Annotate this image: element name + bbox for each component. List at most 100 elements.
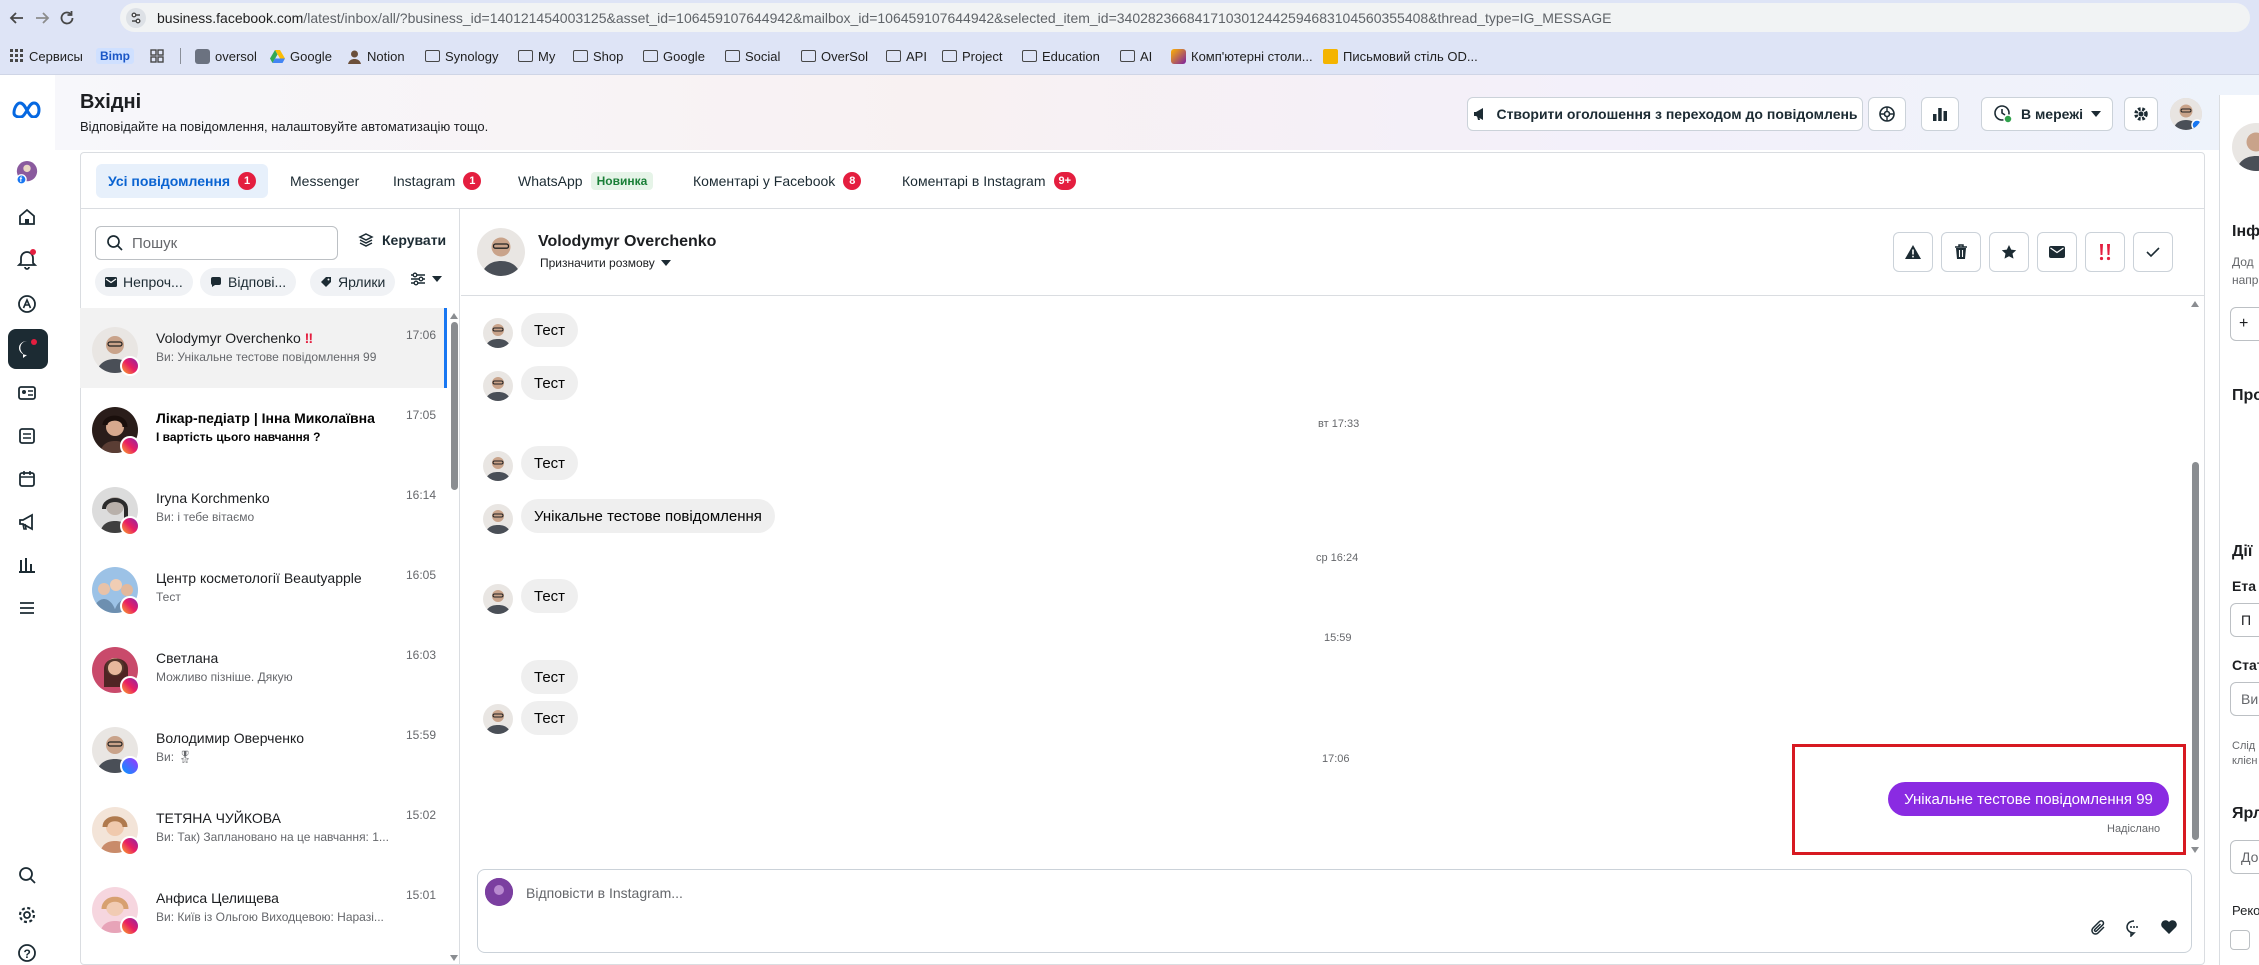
search-input[interactable]: Пошук bbox=[95, 226, 338, 260]
ads-manager-icon[interactable] bbox=[15, 292, 39, 316]
bookmark-social[interactable]: Social bbox=[725, 47, 780, 65]
profile-avatar[interactable] bbox=[2170, 98, 2202, 130]
forward-icon[interactable] bbox=[33, 9, 51, 27]
saved-replies-icon[interactable] bbox=[2125, 919, 2143, 937]
stage-select[interactable]: П bbox=[2230, 603, 2259, 637]
bookmark-shop[interactable]: Shop bbox=[573, 47, 623, 65]
meta-logo-icon[interactable] bbox=[11, 97, 43, 121]
filter-labels-chip[interactable]: Ярлики bbox=[310, 268, 396, 296]
conversation-preview: Ви: 🎖 bbox=[156, 750, 193, 764]
message-avatar bbox=[483, 318, 513, 348]
mark-done-button[interactable] bbox=[2133, 232, 2173, 272]
notifications-bell-icon[interactable] bbox=[15, 247, 39, 271]
add-label-input[interactable]: До bbox=[2230, 840, 2259, 874]
home-icon[interactable] bbox=[15, 205, 39, 229]
bookmark-apps[interactable]: Сервисы bbox=[10, 47, 83, 65]
tab-whatsapp[interactable]: WhatsApp Новинка bbox=[506, 164, 665, 198]
conversation-row[interactable]: Центр косметології Beautyapple Тест 16:0… bbox=[80, 548, 447, 628]
incoming-message[interactable]: Унікальне тестове повідомлення bbox=[521, 499, 775, 533]
bookmark-notion[interactable]: Notion bbox=[347, 47, 405, 65]
conversation-row[interactable]: Лікар-педіатр | Інна Миколаївна І вартіс… bbox=[80, 388, 447, 468]
reload-icon[interactable] bbox=[58, 9, 76, 27]
integrations-button[interactable] bbox=[1868, 97, 1906, 131]
incoming-message[interactable]: Тест bbox=[521, 313, 579, 347]
address-bar[interactable]: business.facebook.com/latest/inbox/all/?… bbox=[120, 3, 2250, 32]
attach-paperclip-icon[interactable] bbox=[2090, 919, 2108, 937]
reply-input[interactable]: Відповісти в Instagram... bbox=[526, 885, 683, 901]
incoming-message[interactable]: Тест bbox=[521, 660, 579, 694]
account-avatar-icon[interactable]: f bbox=[15, 161, 39, 185]
report-spam-button[interactable] bbox=[1893, 232, 1933, 272]
conversation-row[interactable]: Iryna Korchmenko Ви: і тебе вітаємо 16:1… bbox=[80, 468, 447, 548]
bookmark-api[interactable]: API bbox=[886, 47, 927, 65]
assign-conversation-dropdown[interactable]: Призначити розмову bbox=[540, 256, 671, 270]
bookmark-project[interactable]: Project bbox=[942, 47, 1002, 65]
tab-instagram-comments[interactable]: Коментарі в Instagram 9+ bbox=[890, 164, 1088, 198]
settings-button[interactable] bbox=[2124, 97, 2158, 131]
instagram-icon bbox=[120, 836, 140, 856]
incoming-message[interactable]: Тест bbox=[521, 701, 579, 735]
filter-replied-chip[interactable]: Відпові... bbox=[200, 268, 297, 296]
priority-button[interactable] bbox=[2085, 232, 2125, 272]
tab-all-messages[interactable]: Усі повідомлення 1 bbox=[96, 164, 269, 198]
reply-composer[interactable] bbox=[477, 869, 2192, 953]
filter-unread-chip[interactable]: Непроч... bbox=[95, 268, 193, 296]
conversation-list-scrollbar[interactable] bbox=[450, 312, 458, 962]
online-status-dropdown[interactable]: В мережі bbox=[1981, 97, 2113, 131]
heart-icon[interactable] bbox=[2160, 919, 2178, 935]
manage-button[interactable]: Керувати bbox=[358, 232, 446, 248]
create-ad-button[interactable]: Створити оголошення з переходом до повід… bbox=[1467, 97, 1863, 131]
recommend-checkbox[interactable] bbox=[2230, 930, 2250, 950]
tab-instagram[interactable]: Instagram 1 bbox=[381, 164, 493, 198]
bookmark-bimp[interactable]: Bimp bbox=[96, 47, 134, 65]
insights-bars-icon[interactable] bbox=[15, 553, 39, 577]
status-select[interactable]: Ви bbox=[2230, 682, 2259, 716]
checkmark-icon bbox=[2145, 246, 2161, 258]
bookmark-google-folder[interactable]: Google bbox=[643, 47, 705, 65]
back-icon[interactable] bbox=[8, 9, 26, 27]
warning-triangle-icon bbox=[1904, 244, 1922, 260]
incoming-message[interactable]: Тест bbox=[521, 446, 579, 480]
insights-button[interactable] bbox=[1921, 97, 1959, 131]
notion-avatar-icon bbox=[347, 49, 362, 64]
incoming-message[interactable]: Тест bbox=[521, 366, 579, 400]
conversation-row[interactable]: Volodymyr Overchenko ‼ Ви: Унікальне тес… bbox=[80, 308, 447, 388]
star-button[interactable] bbox=[1989, 232, 2029, 272]
content-pages-icon[interactable] bbox=[15, 424, 39, 448]
menu-hamburger-icon[interactable] bbox=[15, 596, 39, 620]
chat-scrollbar[interactable] bbox=[2190, 300, 2200, 856]
add-details-button[interactable]: + bbox=[2230, 307, 2259, 341]
search-icon[interactable] bbox=[15, 863, 39, 887]
site-info-icon[interactable] bbox=[126, 8, 146, 28]
filter-sort-button[interactable] bbox=[410, 272, 442, 286]
tab-messenger[interactable]: Messenger bbox=[278, 164, 371, 198]
incoming-message[interactable]: Тест bbox=[521, 579, 579, 613]
tab-facebook-comments[interactable]: Коментарі у Facebook 8 bbox=[681, 164, 873, 198]
bookmark-writing-style[interactable]: Письмовий стіль OD... bbox=[1323, 47, 1478, 65]
calendar-icon[interactable] bbox=[15, 467, 39, 491]
bookmark-synology[interactable]: Synology bbox=[425, 47, 498, 65]
megaphone-icon[interactable] bbox=[15, 510, 39, 534]
contacts-card-icon[interactable] bbox=[15, 381, 39, 405]
conversation-row[interactable]: Володимир Оверченко Ви: 🎖 15:59 bbox=[80, 708, 447, 788]
details-profile-heading: Про bbox=[2232, 387, 2259, 404]
inbox-chat-icon[interactable] bbox=[15, 337, 39, 361]
bookmark-ai[interactable]: AI bbox=[1120, 47, 1152, 65]
settings-gear-icon[interactable] bbox=[15, 903, 39, 927]
help-question-icon[interactable]: ? bbox=[15, 941, 39, 965]
bookmark-oversol[interactable]: oversol bbox=[195, 47, 257, 65]
bookmark-grid[interactable] bbox=[150, 47, 164, 65]
conversation-row[interactable]: ТЕТЯНА ЧУЙКОВА Ви: Так) Заплановано на ц… bbox=[80, 788, 447, 868]
bookmark-google[interactable]: Google bbox=[270, 47, 332, 65]
bookmark-education[interactable]: Education bbox=[1022, 47, 1100, 65]
conversation-row[interactable]: Светлана Можливо пізніше. Дякую 16:03 bbox=[80, 628, 447, 708]
bookmark-computer-desks[interactable]: Комп'ютерні столи... bbox=[1171, 47, 1313, 65]
conversation-row[interactable]: Анфиса Целищева Ви: Київ із Ольгою Виход… bbox=[80, 868, 447, 948]
mark-unread-button[interactable] bbox=[2037, 232, 2077, 272]
outgoing-message[interactable]: Унікальне тестове повідомлення 99 bbox=[1888, 782, 2169, 816]
contact-avatar[interactable] bbox=[477, 228, 525, 276]
page-title: Вхідні bbox=[80, 91, 142, 113]
bookmark-my[interactable]: My bbox=[518, 47, 555, 65]
bookmark-oversol-folder[interactable]: OverSol bbox=[801, 47, 868, 65]
delete-button[interactable] bbox=[1941, 232, 1981, 272]
